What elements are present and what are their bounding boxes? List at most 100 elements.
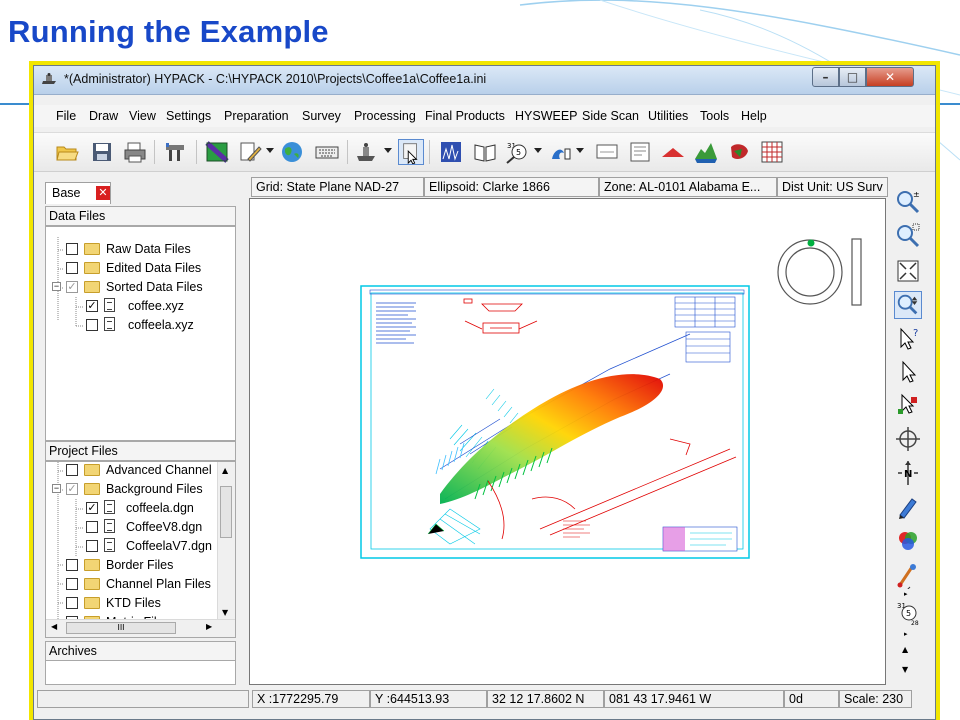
menu-utilities[interactable]: Utilities [648,109,688,123]
menu-settings[interactable]: Settings [166,109,211,123]
grid-icon[interactable] [759,139,785,165]
scroll-down-icon[interactable]: ▼ [222,608,228,617]
checkbox[interactable] [86,319,98,331]
menu-preparation[interactable]: Preparation [224,109,289,123]
zoom-pan-icon[interactable] [894,291,922,319]
checkbox[interactable] [66,559,78,571]
menu-survey[interactable]: Survey [302,109,341,123]
tree-item-background-files[interactable]: − ✓ Background Files [46,481,218,499]
tree-item-edited-data-files[interactable]: Edited Data Files [46,260,235,278]
tree-item-coffee-xyz[interactable]: ✓ coffee.xyz [46,298,235,316]
zoom-window-icon[interactable] [894,222,922,250]
tide-tool-dropdown-arrow[interactable]: ▸ [904,590,908,598]
checkbox[interactable] [86,521,98,533]
tree-item-coffeela-xyz[interactable]: coffeela.xyz [46,317,235,335]
north-arrow-icon[interactable]: N [894,459,922,487]
hardware-icon[interactable] [162,139,188,165]
tree-item-ktd-files[interactable]: KTD Files [46,595,218,613]
edit-icon[interactable] [237,139,263,165]
menu-draw[interactable]: Draw [89,109,118,123]
crosshair-icon[interactable] [894,425,922,453]
triangle-icon[interactable] [660,139,686,165]
keyboard-icon[interactable] [314,139,340,165]
minimize-button[interactable]: – [812,67,839,87]
tree-item-label: Advanced Channel [106,463,212,477]
zoom-in-out-icon[interactable]: ± [894,188,922,216]
tree-item-border-files[interactable]: Border Files [46,557,218,575]
checkbox[interactable] [86,540,98,552]
survey-dropdown-arrow[interactable] [384,148,392,153]
menu-side-scan[interactable]: Side Scan [582,109,639,123]
pointer-help-icon[interactable]: ? [894,325,922,353]
menu-final-products[interactable]: Final Products [425,109,505,123]
scroll-up-icon[interactable]: ▲ [222,466,228,475]
menu-help[interactable]: Help [741,109,767,123]
menu-hysweep[interactable]: HYSWEEP [515,109,578,123]
mosaic-icon[interactable] [726,139,752,165]
window-titlebar[interactable]: *(Administrator) HYPACK - C:\HYPACK 2010… [34,66,935,95]
project-files-hscroll[interactable]: ◀ III ▶ [46,619,235,637]
checkbox[interactable] [66,243,78,255]
pen-icon[interactable] [894,493,922,521]
map-icon[interactable] [204,139,230,165]
tree-item-coffeev8-dgn[interactable]: CoffeeV8.dgn [46,519,218,537]
maximize-button[interactable]: □ [839,67,866,87]
checkbox[interactable] [66,464,78,476]
calendar-tool-icon[interactable]: 31528 [894,599,922,627]
survey-boat-icon[interactable] [354,139,380,165]
scroll-thumb[interactable] [220,486,232,538]
collapse-icon[interactable]: − [52,282,61,291]
coordinate-status-bar: X :1772295.79 Y :644513.93 32 12 17.8602… [34,688,935,710]
tree-item-advanced-channel[interactable]: Advanced Channel [46,462,218,480]
close-button[interactable]: ✕ [866,67,914,87]
base-tab-close-icon[interactable]: ✕ [96,186,110,200]
select-tool-icon[interactable] [398,139,424,165]
move-icon[interactable] [894,391,922,419]
data-display-icon[interactable] [438,139,464,165]
checkbox[interactable] [66,597,78,609]
save-icon[interactable] [89,139,115,165]
zoom-extents-icon[interactable] [894,257,922,285]
monitor-icon[interactable] [594,139,620,165]
menu-file[interactable]: File [56,109,76,123]
checkbox[interactable] [66,262,78,274]
menu-tools[interactable]: Tools [700,109,729,123]
edit-dropdown-arrow[interactable] [266,148,274,153]
checkbox[interactable]: ✓ [66,281,78,293]
open-folder-icon[interactable] [54,139,80,165]
base-tab[interactable]: Base ✕ [45,182,111,204]
calendar-tool-dropdown-arrow[interactable]: ▸ [904,630,908,638]
calendar-tide-icon[interactable]: 315 [504,139,530,165]
map-canvas[interactable] [249,198,886,685]
menu-view[interactable]: View [129,109,156,123]
tree-item-channel-plan-files[interactable]: Channel Plan Files [46,576,218,594]
checkbox[interactable] [66,578,78,590]
print-icon[interactable] [122,139,148,165]
book-icon[interactable] [472,139,498,165]
tide-dropdown-arrow[interactable] [534,148,542,153]
pointer-icon[interactable] [894,358,922,386]
scroll-left-icon[interactable]: ◀ [51,622,57,631]
tree-item-raw-data-files[interactable]: Raw Data Files [46,241,235,259]
scroll-up-icon[interactable]: ▲ [902,645,908,654]
globe-icon[interactable] [279,139,305,165]
collapse-icon[interactable]: − [52,484,61,493]
tree-item-coffeelav7-dgn[interactable]: CoffeelaV7.dgn [46,538,218,556]
tide-tool-icon[interactable] [894,561,922,589]
scroll-right-icon[interactable]: ▶ [206,622,212,631]
document-icon[interactable] [627,139,653,165]
terrain-icon[interactable] [693,139,719,165]
file-icon [104,538,115,552]
sounding-icon[interactable] [548,139,574,165]
scroll-down-icon[interactable]: ▼ [902,665,908,674]
project-files-vscroll[interactable]: ▲ ▼ [217,462,235,622]
sounding-dropdown-arrow[interactable] [576,148,584,153]
checkbox[interactable]: ✓ [66,483,78,495]
tree-item-sorted-data-files[interactable]: − ✓ Sorted Data Files [46,279,235,297]
checkbox[interactable]: ✓ [86,300,98,312]
color-icon[interactable] [894,527,922,555]
hscroll-thumb[interactable]: III [66,622,176,634]
menu-processing[interactable]: Processing [354,109,416,123]
tree-item-coffeela-dgn[interactable]: ✓ coffeela.dgn [46,500,218,518]
checkbox[interactable]: ✓ [86,502,98,514]
